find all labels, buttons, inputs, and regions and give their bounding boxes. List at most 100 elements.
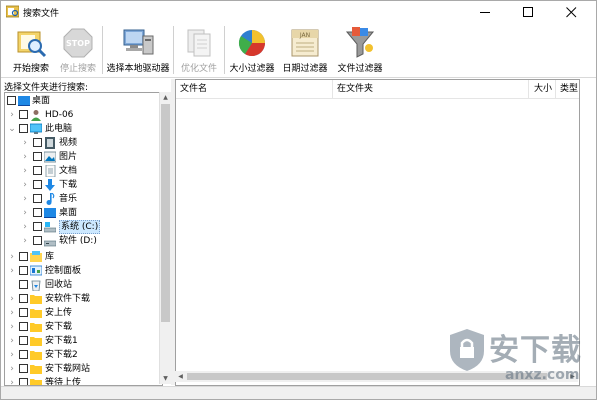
svg-text:STOP: STOP [66,39,90,48]
tree-checkbox[interactable] [19,350,28,359]
tree-checkbox[interactable] [33,208,42,217]
music-icon [46,193,55,205]
watermark-text: 安下载 [489,333,582,368]
column-filename[interactable]: 文件名 [176,80,333,98]
maximize-icon [523,7,533,17]
tree-checkbox[interactable] [19,308,28,317]
date-filter-label: 日期过滤器 [282,64,328,74]
tree-item-label: 桌面 [32,96,51,106]
chevron-right-icon[interactable]: › [8,334,16,348]
chevron-right-icon[interactable]: › [21,150,29,164]
size-filter-button[interactable]: 大小过滤器 [226,23,278,77]
minimize-button[interactable] [466,1,506,23]
chevron-right-icon[interactable]: › [8,108,16,122]
tree-item-label: HD-06 [45,110,74,120]
chevron-right-icon[interactable]: › [8,348,16,362]
chevron-right-icon[interactable]: › [8,306,16,320]
column-in-folder[interactable]: 在文件夹 [333,80,529,98]
tree-item-label: 桌面 [59,208,78,218]
tree-checkbox[interactable] [19,266,28,275]
app-icon [6,5,19,18]
tree-checkbox[interactable] [19,280,28,289]
tree-checkbox[interactable] [7,96,16,105]
tree-checkbox[interactable] [33,166,42,175]
folder-icon [30,337,42,346]
tree-checkbox[interactable] [19,378,28,385]
chevron-right-icon[interactable]: › [8,320,16,334]
chevron-right-icon[interactable]: › [8,264,16,278]
chevron-right-icon[interactable]: › [21,136,29,150]
tree-checkbox[interactable] [19,336,28,345]
tree-checkbox[interactable] [33,180,42,189]
chevron-right-icon[interactable]: › [8,292,16,306]
tree-checkbox[interactable] [19,110,28,119]
folder-icon [30,295,42,304]
column-header: 文件名 在文件夹 大小 类型 [176,80,579,99]
chevron-right-icon[interactable]: › [21,220,29,234]
chevron-down-icon[interactable]: ⌄ [8,122,16,136]
date-filter-button[interactable]: JAN 日期过滤器 [279,23,331,77]
tree-checkbox[interactable] [33,194,42,203]
scroll-left-icon[interactable]: ◀ [175,371,186,382]
library-icon [30,251,42,262]
tree-checkbox[interactable] [19,294,28,303]
stop-search-button[interactable]: STOP 停止搜索 [55,23,101,77]
maximize-button[interactable] [509,1,549,23]
tree-item-label: 安软件下载 [45,294,91,304]
close-button[interactable] [552,1,592,23]
tree-checkbox[interactable] [19,322,28,331]
optimize-files-button[interactable]: 优化文件 [175,23,223,77]
chevron-right-icon[interactable]: › [21,192,29,206]
tree-item-label: 此电脑 [45,124,73,134]
documents-folder-icon [45,165,56,177]
size-filter-icon [238,30,266,57]
recycle-bin-icon [31,280,41,291]
folder-tree[interactable]: 桌面 › HD-06 ⌄ 此电脑 › 视频 › 图片 › 文档 › 下载 › 音… [4,92,163,386]
scroll-up-icon[interactable]: ▲ [160,92,171,103]
tree-checkbox[interactable] [19,252,28,261]
tree-checkbox[interactable] [33,236,42,245]
video-folder-icon [45,137,55,149]
close-icon [566,7,577,18]
tree-checkbox[interactable] [33,222,42,231]
folder-icon [30,379,42,385]
chevron-right-icon[interactable]: › [21,206,29,220]
tree-checkbox[interactable] [33,152,42,161]
file-filter-icon [345,27,375,58]
svg-text:JAN: JAN [299,32,310,39]
chevron-right-icon[interactable]: › [21,164,29,178]
folder-icon [30,309,42,318]
folder-icon [30,351,42,360]
chevron-right-icon[interactable]: › [8,362,16,376]
system-drive-icon [44,222,56,233]
tree-checkbox[interactable] [33,138,42,147]
select-local-drive-button[interactable]: 选择本地驱动器 [104,23,172,77]
tree-vertical-scrollbar[interactable]: ▲ ▼ [159,92,171,384]
tree-item-label: 安下载网站 [45,364,91,374]
start-search-button[interactable]: 开始搜索 [7,23,55,77]
chevron-right-icon[interactable]: › [21,234,29,248]
toolbar-separator [224,26,225,74]
chevron-right-icon[interactable]: › [8,376,16,385]
drive-icon [44,240,56,247]
downloads-icon [45,179,55,191]
chevron-right-icon[interactable]: › [8,250,16,264]
column-type[interactable]: 类型 [556,80,579,98]
tree-item-label: 安下载2 [45,350,78,360]
optimize-files-label: 优化文件 [180,64,217,74]
folder-icon [30,323,42,332]
tree-item-label: 安下载1 [45,336,78,346]
size-filter-label: 大小过滤器 [229,64,275,74]
scrollbar-thumb[interactable] [161,104,170,322]
toolbar: 开始搜索 STOP 停止搜索 选择本地驱动器 优化文件 大小过滤器 JAN 日期… [1,23,596,78]
scroll-down-icon[interactable]: ▼ [160,373,171,384]
chevron-right-icon[interactable]: › [21,178,29,192]
tree-item-label: 软件 (D:) [59,236,97,246]
file-filter-button[interactable]: 文件过滤器 [333,23,387,77]
column-size[interactable]: 大小 [529,80,556,98]
tree-checkbox[interactable] [19,124,28,133]
toolbar-separator [173,26,174,74]
tree-checkbox[interactable] [19,364,28,373]
tree-item-label: 库 [45,252,55,262]
watermark-subtext: anxz.com [505,367,580,383]
